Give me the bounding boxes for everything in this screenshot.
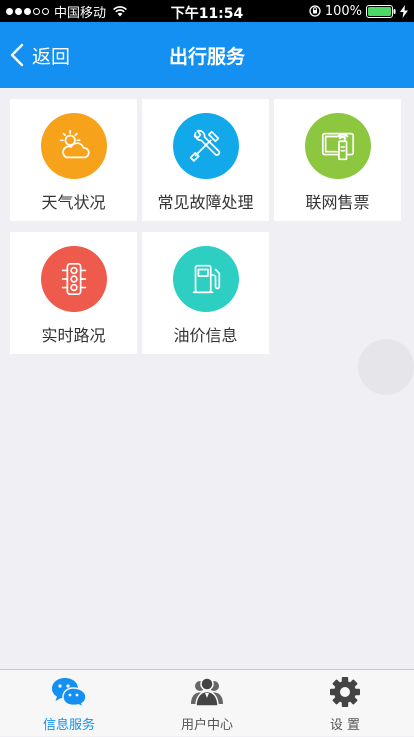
weather-icon: [41, 113, 107, 179]
tile-label: 油价信息: [173, 326, 238, 345]
tab-label: 信息服务: [42, 718, 95, 733]
tile-label: 天气状况: [41, 193, 106, 212]
status-right: 100%: [309, 3, 408, 19]
tools-icon: [173, 113, 239, 179]
gear-icon: [330, 677, 360, 707]
users-icon: [191, 677, 223, 707]
tile-fuel-prices[interactable]: 油价信息: [142, 232, 269, 354]
tab-label: 设 置: [329, 718, 361, 733]
tile-label: 联网售票: [305, 193, 370, 212]
battery-percent: 100%: [324, 3, 362, 19]
tile-label: 常见故障处理: [157, 193, 254, 212]
back-button[interactable]: 返回: [10, 42, 70, 68]
ticket-terminal-icon: [305, 113, 371, 179]
tile-live-traffic[interactable]: 实时路况: [10, 232, 137, 354]
tab-bar: 信息服务 用户中心 设 置: [0, 669, 414, 736]
tile-online-ticketing[interactable]: 联网售票: [274, 99, 401, 221]
fuel-pump-icon: [173, 246, 239, 312]
tab-info-services[interactable]: 信息服务: [0, 670, 138, 737]
tile-troubleshooting[interactable]: 常见故障处理: [142, 99, 269, 221]
floating-assistive-button[interactable]: [358, 339, 414, 395]
tab-user-center[interactable]: 用户中心: [138, 670, 276, 737]
traffic-light-icon: [41, 246, 107, 312]
chevron-left-icon: [10, 43, 24, 67]
back-label: 返回: [32, 45, 71, 68]
battery-icon: [366, 4, 396, 18]
tile-label: 实时路况: [41, 326, 106, 345]
tab-settings[interactable]: 设 置: [276, 670, 414, 737]
charging-icon: [400, 4, 408, 18]
rotation-lock-icon: [309, 5, 321, 17]
nav-bar: 返回 出行服务: [0, 22, 414, 88]
tile-weather[interactable]: 天气状况: [10, 99, 137, 221]
chat-bubbles-icon: [52, 678, 87, 708]
tab-label: 用户中心: [180, 718, 233, 733]
status-bar: 中国移动 下午11:54 100%: [0, 0, 414, 22]
